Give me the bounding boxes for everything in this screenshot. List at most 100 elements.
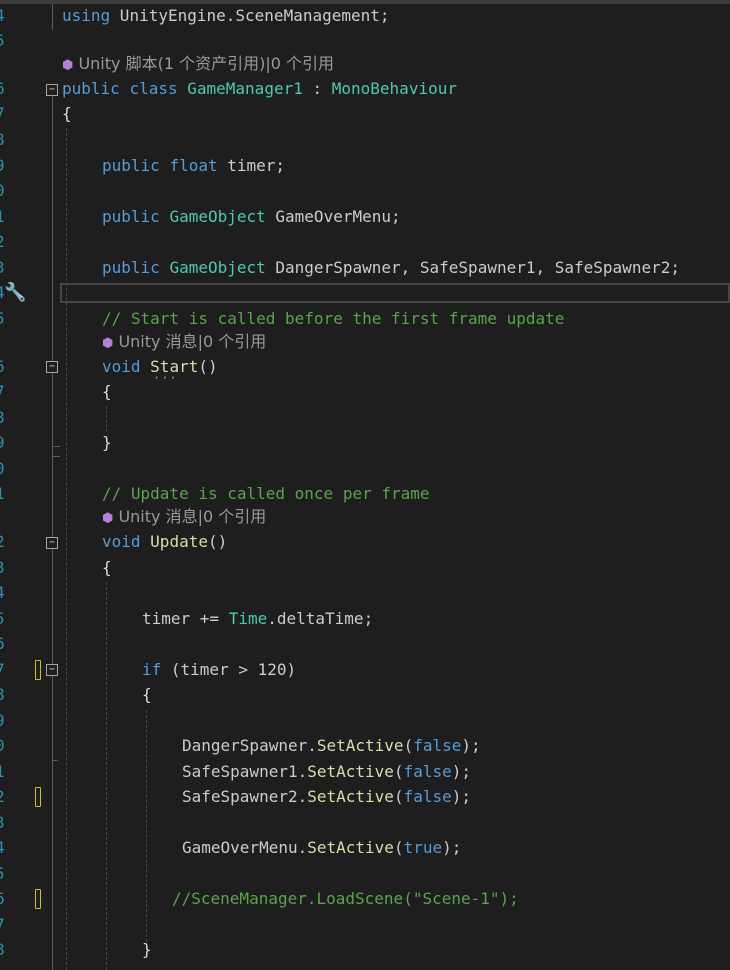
update-open-brace[interactable]: {	[102, 558, 112, 578]
codelens-text: Unity 脚本(1 个资产引用)|0 个引用	[78, 54, 334, 73]
class-declaration[interactable]: public class GameManager1 : MonoBehaviou…	[62, 79, 457, 99]
line-number: 5	[0, 864, 6, 884]
line-number: 2	[0, 787, 6, 807]
condition: (timer > 120)	[161, 660, 297, 679]
line-number: 2	[0, 532, 6, 552]
line-number: 6	[0, 357, 6, 377]
outline-tick	[52, 446, 60, 447]
gameover-field[interactable]: public GameObject GameOverMenu;	[102, 207, 401, 227]
method-name: SetActive	[307, 762, 394, 781]
argument: false	[403, 787, 452, 806]
argument: false	[403, 762, 452, 781]
line-number: 3	[0, 258, 6, 278]
collapse-icon[interactable]: −	[46, 361, 58, 373]
collapse-icon[interactable]: −	[46, 664, 58, 676]
paren: (	[403, 736, 414, 755]
codelens-start[interactable]: ⬢ Unity 消息|0 个引用	[102, 332, 266, 354]
keyword: public	[102, 258, 160, 277]
keyword: void	[102, 357, 141, 376]
if-statement[interactable]: if (timer > 120)	[142, 660, 296, 680]
timer-statement[interactable]: timer += Time.deltaTime;	[142, 609, 373, 629]
codelens-text: Unity 消息|0 个引用	[118, 332, 267, 351]
line-number: 7	[0, 915, 6, 935]
object: GameOverMenu.	[182, 838, 308, 857]
line-number: 6	[0, 889, 6, 909]
paren: );	[442, 838, 462, 857]
indent-guide	[146, 710, 147, 942]
outline-line	[52, 96, 53, 970]
line-number: 4	[0, 583, 6, 603]
colon: :	[302, 79, 332, 98]
comment-start[interactable]: // Start is called before the first fram…	[102, 309, 564, 329]
type: GameObject	[169, 258, 266, 277]
line-number: 9	[0, 156, 6, 176]
line-number: 0	[0, 459, 6, 479]
line-number: 4	[0, 6, 6, 26]
method-name: SetActive	[307, 838, 394, 857]
method-name: SetActive	[316, 736, 404, 755]
method-name: Update	[150, 532, 208, 551]
suggestion-dots-icon[interactable]: ···	[153, 372, 178, 384]
outline-tick	[52, 760, 58, 761]
codelens-class[interactable]: ⬢ Unity 脚本(1 个资产引用)|0 个引用	[62, 54, 334, 76]
codelens-text: Unity 消息|0 个引用	[118, 507, 267, 526]
type: Time	[228, 609, 268, 628]
safe2-setactive[interactable]: SafeSpawner2.SetActive(false);	[182, 787, 471, 807]
parens: ()	[198, 357, 218, 376]
line-number: 9	[0, 433, 6, 453]
line-number: 7	[0, 660, 6, 680]
line-number: 6	[0, 634, 6, 654]
safe1-setactive[interactable]: SafeSpawner1.SetActive(false);	[182, 762, 471, 782]
timer-field[interactable]: public float timer;	[102, 156, 285, 176]
if-open-brace[interactable]: {	[142, 685, 152, 705]
collapse-icon[interactable]: −	[46, 84, 58, 96]
namespace: UnityEngine.SceneManagement;	[110, 6, 390, 25]
start-open-brace[interactable]: {	[102, 382, 112, 402]
if-close-brace[interactable]: }	[142, 940, 152, 960]
gameover-setactive[interactable]: GameOverMenu.SetActive(true);	[182, 838, 461, 858]
parens: ()	[207, 532, 228, 551]
method-name: SetActive	[307, 787, 394, 806]
line-number: 1	[0, 207, 6, 227]
line-number: 7	[0, 104, 6, 124]
change-marker	[35, 660, 41, 680]
using-line[interactable]: using UnityEngine.SceneManagement;	[62, 6, 390, 26]
codelens-update[interactable]: ⬢ Unity 消息|0 个引用	[102, 507, 266, 529]
line-number: 3	[0, 813, 6, 833]
expression: timer +=	[142, 609, 229, 628]
collapse-icon[interactable]: −	[46, 537, 58, 549]
line-number: 6	[0, 79, 6, 99]
paren: (	[393, 762, 404, 781]
keyword: class	[129, 79, 178, 98]
line-number: 5	[0, 309, 6, 329]
line-number: 8	[0, 130, 6, 150]
indent-guide	[106, 582, 107, 970]
line-number: 5	[0, 31, 6, 51]
line-number: 2	[0, 232, 6, 252]
spawners-field[interactable]: public GameObject DangerSpawner, SafeSpa…	[102, 258, 680, 278]
paren: );	[451, 762, 472, 781]
line-number: 4	[0, 838, 6, 858]
danger-setactive[interactable]: DangerSpawner.SetActive(false);	[182, 736, 481, 756]
start-close-brace[interactable]: }	[102, 433, 112, 453]
update-declaration[interactable]: void Update()	[102, 532, 227, 552]
paren: (	[393, 787, 404, 806]
line-number: 9	[0, 711, 6, 731]
unity-cube-icon: ⬢	[102, 511, 114, 526]
keyword: if	[142, 660, 162, 679]
line-number: 8	[0, 408, 6, 428]
indent-guide	[66, 128, 67, 970]
argument: true	[403, 838, 443, 857]
unity-cube-icon: ⬢	[102, 336, 114, 351]
paren: );	[461, 736, 481, 755]
load-scene-comment[interactable]: //SceneManager.LoadScene("Scene-1");	[172, 889, 519, 909]
keyword: using	[62, 6, 111, 25]
outline-line	[52, 4, 53, 30]
class-open-brace[interactable]: {	[62, 104, 72, 124]
line-number: 8	[0, 940, 6, 960]
line-number: 3	[0, 558, 6, 578]
keyword: public	[102, 156, 160, 175]
comment-update[interactable]: // Update is called once per frame	[102, 484, 430, 504]
screwdriver-icon[interactable]: 🔧	[4, 283, 26, 303]
current-line-highlight	[60, 283, 730, 303]
